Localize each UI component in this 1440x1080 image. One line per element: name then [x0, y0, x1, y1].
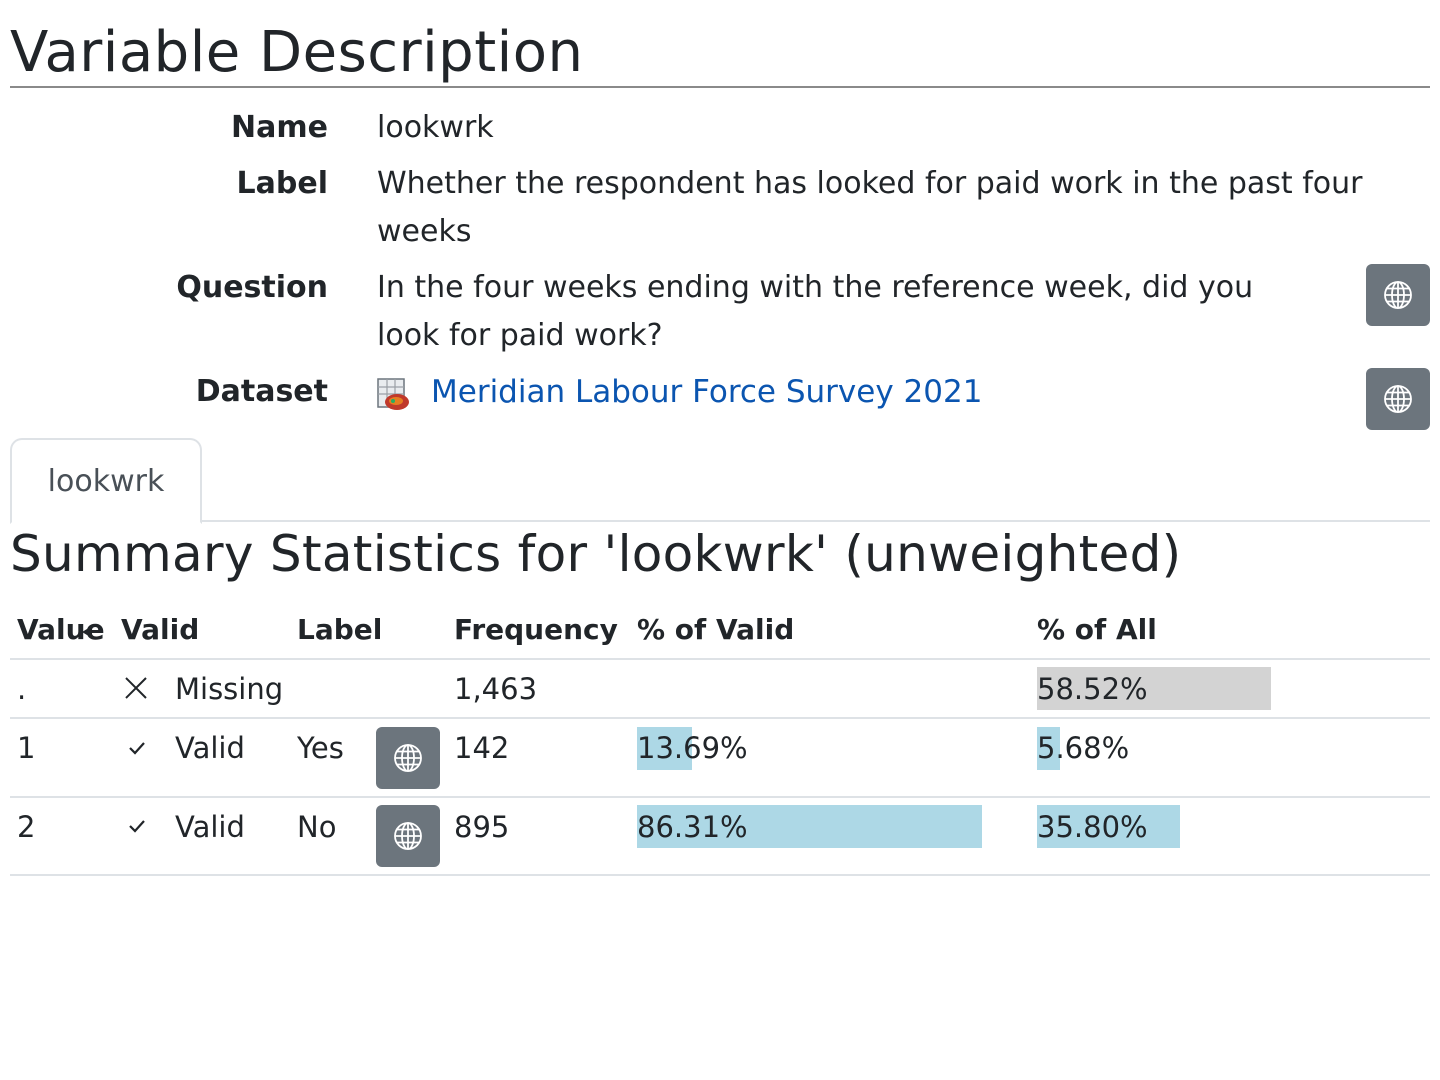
label-label: Label — [236, 166, 328, 201]
dataset-link[interactable]: Meridian Labour Force Survey 2021 — [431, 370, 982, 414]
row-divider — [10, 717, 1430, 719]
question-label: Question — [176, 270, 328, 305]
check-icon — [129, 742, 145, 755]
cell-valid: Valid — [175, 810, 245, 844]
cell-valid: Valid — [175, 731, 245, 765]
sort-left-icon — [82, 626, 92, 638]
column-header-frequency[interactable]: Frequency — [454, 610, 618, 650]
globe-icon — [394, 744, 422, 772]
title-divider — [10, 86, 1430, 88]
cell-pct-all: 35.80% — [1037, 810, 1148, 844]
summary-title: Summary Statistics for 'lookwrk' (unweig… — [10, 525, 1182, 583]
cell-label: No — [297, 810, 337, 844]
cell-valid: Missing — [175, 672, 284, 706]
name-value: lookwrk — [377, 110, 494, 145]
label-value-line2: weeks — [377, 214, 472, 249]
name-label: Name — [231, 110, 328, 145]
column-header-label[interactable]: Label — [297, 610, 382, 650]
column-header-pct-valid[interactable]: % of Valid — [637, 610, 794, 650]
cell-pct-all: 58.52% — [1037, 672, 1148, 706]
row-divider — [10, 796, 1430, 798]
cell-frequency: 142 — [454, 731, 510, 765]
question-value-line1: In the four weeks ending with the refere… — [377, 270, 1254, 305]
cell-frequency: 895 — [454, 810, 510, 844]
cell-value: . — [17, 672, 27, 706]
check-icon — [129, 820, 145, 833]
tab-lookwrk[interactable]: lookwrk — [10, 438, 202, 524]
cell-value: 2 — [17, 810, 36, 844]
cell-label: Yes — [297, 731, 344, 765]
row-divider — [10, 874, 1430, 876]
globe-icon — [394, 822, 422, 850]
label-translate-button[interactable] — [376, 727, 440, 789]
dataset-icon — [377, 378, 409, 410]
globe-icon — [1384, 385, 1412, 413]
cell-pct-valid: 86.31% — [637, 810, 748, 844]
column-header-pct-all[interactable]: % of All — [1037, 610, 1157, 650]
label-translate-button[interactable] — [376, 805, 440, 867]
header-divider — [10, 658, 1430, 660]
question-translate-button[interactable] — [1366, 264, 1430, 326]
dataset-label: Dataset — [195, 374, 328, 409]
cell-value: 1 — [17, 731, 36, 765]
column-header-valid[interactable]: Valid — [121, 610, 199, 650]
question-value-line2: look for paid work? — [377, 318, 663, 353]
page-title: Variable Description — [10, 20, 584, 85]
cell-frequency: 1,463 — [454, 672, 538, 706]
cross-icon — [125, 677, 147, 699]
globe-icon — [1384, 281, 1412, 309]
cell-pct-all: 5.68% — [1037, 731, 1130, 765]
label-value-line1: Whether the respondent has looked for pa… — [377, 166, 1363, 201]
dataset-translate-button[interactable] — [1366, 368, 1430, 430]
cell-pct-valid: 13.69% — [637, 731, 748, 765]
